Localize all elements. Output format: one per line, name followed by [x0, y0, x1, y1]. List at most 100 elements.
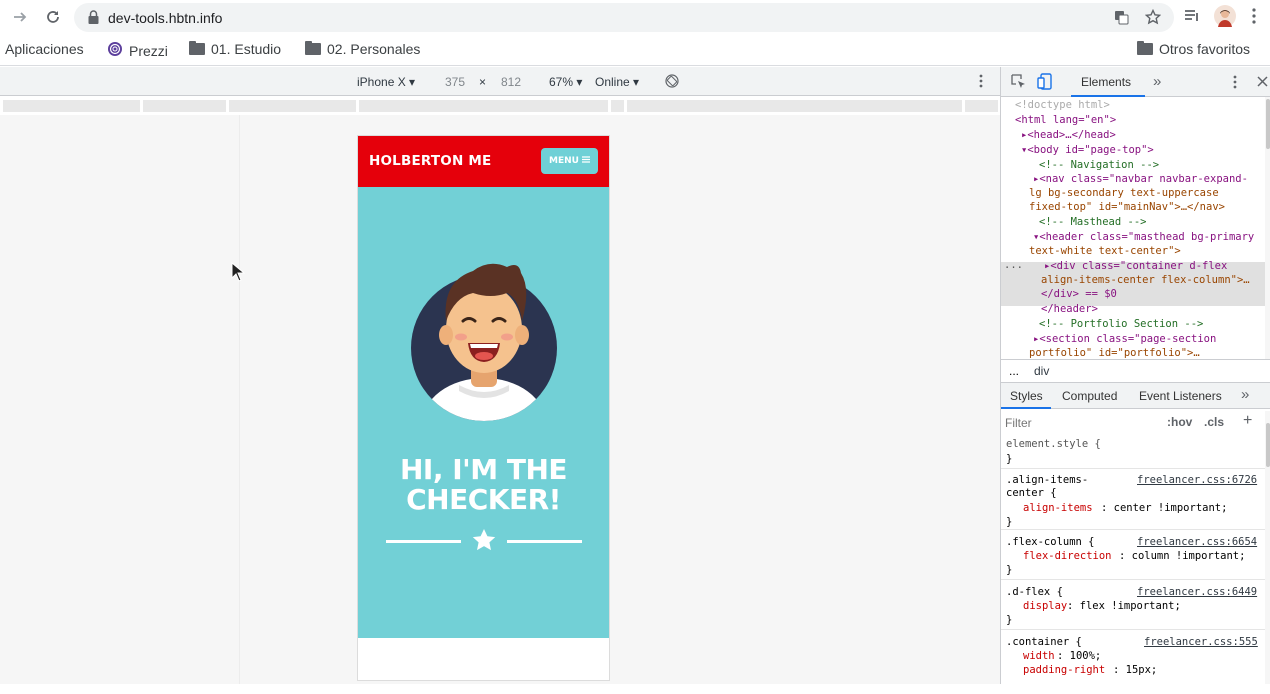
translate-icon[interactable]	[1114, 10, 1129, 30]
rule-property[interactable]: flex-direction	[1023, 549, 1112, 563]
rule-source-link[interactable]: freelancer.css:6654	[1137, 535, 1257, 549]
device-width-input[interactable]: 375	[445, 75, 465, 89]
chrome-menu-icon[interactable]	[1251, 8, 1257, 29]
rule-value[interactable]: : flex !important;	[1067, 599, 1181, 613]
bookmark-folder-estudio[interactable]: 01. Estudio	[189, 41, 281, 57]
lock-icon[interactable]	[88, 10, 99, 29]
address-bar[interactable]: dev-tools.hbtn.info	[74, 3, 1174, 32]
dom-nav-node[interactable]: ▸<nav class="navbar navbar-expand-	[1033, 172, 1248, 187]
bookmark-label: 01. Estudio	[211, 41, 282, 57]
dom-comment-portfolio[interactable]: <!-- Portfolio Section -->	[1039, 317, 1203, 332]
bookmarks-bar: Aplicaciones Prezzi 01. Estudio 02. Pers…	[0, 35, 1270, 66]
media-query-segment[interactable]	[610, 100, 624, 112]
rule-selector-cont: center {	[1006, 487, 1057, 499]
styles-filter-row: :hov .cls +	[1001, 410, 1270, 436]
media-query-segment[interactable]	[626, 100, 962, 112]
rule-selector: .flex-column {	[1006, 536, 1095, 548]
phone-screen: HOLBERTON ME MENU HI, I'M THE CHECKER!	[357, 135, 610, 681]
hero-line-2: CHECKER!	[406, 483, 561, 516]
dom-nav-node-cont: lg bg-secondary text-uppercase	[1029, 187, 1219, 199]
zoom-select[interactable]: 67% ▾	[549, 75, 582, 89]
hover-state-toggle[interactable]: :hov	[1167, 415, 1192, 429]
hero-heading: HI, I'M THE CHECKER!	[358, 455, 609, 515]
device-select[interactable]: iPhone X ▾	[357, 75, 415, 89]
rule-property[interactable]: padding-right	[1023, 663, 1105, 677]
bookmark-apps[interactable]: Aplicaciones	[5, 41, 84, 57]
tab-elements[interactable]: Elements	[1071, 67, 1145, 97]
rule-element-style[interactable]: element.style { }	[1001, 437, 1265, 469]
styles-scrollbar-thumb[interactable]	[1266, 423, 1270, 467]
reading-list-icon[interactable]	[1184, 9, 1200, 28]
rule-d-flex[interactable]: .d-flex { freelancer.css:6449 display : …	[1001, 584, 1265, 630]
media-query-segment[interactable]	[964, 100, 998, 112]
styles-filter-input[interactable]	[1005, 413, 1157, 433]
profile-avatar[interactable]	[1214, 5, 1236, 32]
url-text[interactable]: dev-tools.hbtn.info	[108, 10, 222, 26]
network-throttle-select[interactable]: Online ▾	[595, 75, 639, 89]
dom-comment-masthead[interactable]: <!-- Masthead -->	[1039, 215, 1146, 230]
rule-property[interactable]: align-items	[1023, 501, 1093, 515]
dom-selected-div-node[interactable]: ▸<div class="container d-flex	[1044, 259, 1227, 274]
bookmark-folder-personales[interactable]: 02. Personales	[305, 41, 420, 57]
dom-nav-node-end: fixed-top" id="mainNav">…</nav>	[1029, 201, 1225, 213]
breadcrumb-div[interactable]: div	[1034, 364, 1049, 378]
bookmark-label: Otros favoritos	[1159, 41, 1251, 57]
rule-value[interactable]: : 100%;	[1057, 649, 1101, 663]
dom-header-node[interactable]: ▾<header class="masthead bg-primary	[1033, 230, 1254, 245]
dom-scrollbar-thumb[interactable]	[1266, 99, 1270, 149]
rule-property[interactable]: display	[1023, 599, 1067, 613]
styles-scrollbar[interactable]	[1265, 411, 1270, 684]
device-height-input[interactable]: 812	[501, 75, 521, 89]
menu-button[interactable]: MENU	[541, 148, 598, 174]
dom-doctype[interactable]: <!doctype html>	[1015, 98, 1110, 113]
dom-html-node[interactable]: <html lang="en">	[1015, 113, 1116, 128]
star-icon	[472, 529, 496, 551]
dom-scrollbar[interactable]	[1265, 97, 1270, 359]
bookmark-prezzi[interactable]: Prezzi	[107, 41, 168, 60]
rule-value[interactable]: : column !important;	[1119, 549, 1245, 563]
more-options-icon[interactable]	[978, 74, 984, 91]
rule-close: }	[1006, 453, 1013, 465]
devtools-menu-icon[interactable]	[1232, 75, 1238, 92]
site-brand[interactable]: HOLBERTON ME	[369, 153, 491, 169]
device-toggle-icon[interactable]	[1037, 73, 1052, 93]
media-query-segment[interactable]	[228, 100, 356, 112]
devtools-tabbar: Elements »	[1001, 67, 1270, 97]
rule-property[interactable]: width	[1023, 649, 1055, 663]
more-style-tabs-button[interactable]: »	[1241, 386, 1249, 403]
dom-comment-nav[interactable]: <!-- Navigation -->	[1039, 158, 1159, 173]
inspect-element-icon[interactable]	[1011, 74, 1026, 92]
rule-value[interactable]: : center !important;	[1101, 501, 1227, 515]
media-query-bar[interactable]	[0, 97, 1000, 115]
rule-align-items-center[interactable]: .align-items- freelancer.css:6726 center…	[1001, 472, 1265, 530]
breadcrumb-more[interactable]: ...	[1009, 364, 1019, 378]
dom-tree[interactable]: <!doctype html> <html lang="en"> ▸<head>…	[1001, 97, 1267, 359]
media-query-segment[interactable]	[358, 100, 608, 112]
bookmark-label: Aplicaciones	[5, 41, 84, 57]
dom-head-node[interactable]: ▸<head>…</head>	[1021, 128, 1116, 143]
tab-styles[interactable]: Styles	[1001, 383, 1051, 409]
tab-computed[interactable]: Computed	[1062, 389, 1117, 403]
dom-body-node[interactable]: ▾<body id="page-top">	[1021, 143, 1154, 158]
rule-source-link[interactable]: freelancer.css:555	[1144, 635, 1258, 649]
rule-flex-column[interactable]: .flex-column { freelancer.css:6654 flex-…	[1001, 534, 1265, 580]
media-query-segment[interactable]	[2, 100, 140, 112]
star-bookmark-icon[interactable]	[1144, 8, 1162, 30]
rotate-icon[interactable]	[665, 74, 679, 91]
rule-source-link[interactable]: freelancer.css:6449	[1137, 585, 1257, 599]
dom-ellipsis[interactable]: ...	[1004, 258, 1023, 273]
rule-source-link[interactable]: freelancer.css:6726	[1137, 473, 1257, 487]
forward-icon[interactable]	[9, 6, 31, 28]
dom-header-close[interactable]: </header>	[1041, 302, 1098, 317]
close-icon[interactable]	[1257, 76, 1268, 90]
dom-section-node[interactable]: ▸<section class="page-section	[1033, 332, 1216, 347]
class-toggle[interactable]: .cls	[1204, 415, 1224, 429]
tab-event-listeners[interactable]: Event Listeners	[1139, 389, 1222, 403]
reload-icon[interactable]	[42, 6, 64, 28]
new-rule-button[interactable]: +	[1243, 412, 1252, 430]
bookmark-other-favorites[interactable]: Otros favoritos	[1137, 41, 1250, 57]
media-query-segment[interactable]	[142, 100, 226, 112]
rule-container[interactable]: .container { freelancer.css:555 width : …	[1001, 634, 1265, 694]
more-tabs-button[interactable]: »	[1153, 73, 1161, 90]
rule-value[interactable]: : 15px;	[1113, 663, 1157, 677]
